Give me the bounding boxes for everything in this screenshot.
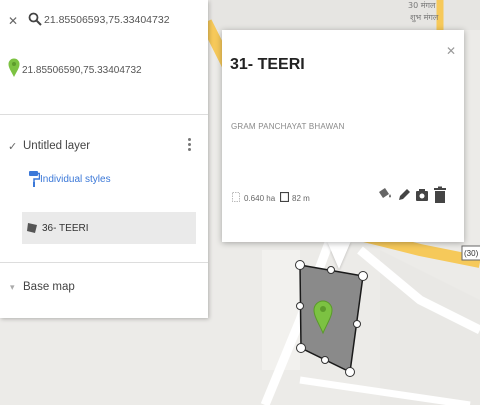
paint-roller-icon xyxy=(29,171,40,187)
layer-options-icon[interactable] xyxy=(186,136,192,156)
midpoint-handle[interactable] xyxy=(296,302,304,310)
map-block xyxy=(262,250,300,370)
style-bucket-icon[interactable] xyxy=(376,186,392,204)
result-pin-icon xyxy=(8,58,20,77)
search-result[interactable]: 21.85506590,75.33404732 xyxy=(22,65,142,76)
popup-title: 31- TEERI xyxy=(230,56,305,73)
camera-icon[interactable] xyxy=(414,186,430,204)
popup-pointer xyxy=(327,241,351,269)
area-measurement: 0.640 ha xyxy=(244,194,276,203)
map-place-label: 30 मंगल xyxy=(408,1,436,10)
layer-name[interactable]: Untitled layer xyxy=(23,140,90,152)
close-search-icon[interactable]: ✕ xyxy=(8,14,18,28)
search-query[interactable]: 21.85506593,75.33404732 xyxy=(44,14,170,26)
divider xyxy=(0,262,208,263)
base-map-toggle[interactable]: ▾ xyxy=(10,282,15,293)
area-icon xyxy=(232,192,240,202)
feature-label: 36- TEERI xyxy=(42,222,89,234)
popup-description: GRAM PANCHAYAT BHAWAN xyxy=(231,122,345,131)
vertex-handle[interactable] xyxy=(358,271,368,281)
base-map-label[interactable]: Base map xyxy=(23,281,75,293)
vertex-handle[interactable] xyxy=(296,343,306,353)
perimeter-icon xyxy=(280,192,289,202)
close-icon[interactable]: ✕ xyxy=(446,44,456,58)
vertex-handle[interactable] xyxy=(345,367,355,377)
layer-visibility-checkbox[interactable]: ✓ xyxy=(8,140,17,153)
feature-list-item[interactable]: 36- TEERI xyxy=(22,212,196,244)
map-place-label: शुभ मंगल xyxy=(410,13,439,23)
midpoint-handle[interactable] xyxy=(353,320,361,328)
vertex-handle[interactable] xyxy=(295,260,305,270)
individual-styles-link[interactable]: Individual styles xyxy=(40,174,111,185)
search-icon xyxy=(28,12,42,26)
length-measurement: 82 m xyxy=(292,194,310,203)
delete-trash-icon[interactable] xyxy=(432,186,448,204)
polygon-shape-icon xyxy=(27,223,37,233)
edit-pencil-icon[interactable] xyxy=(396,186,412,204)
midpoint-handle[interactable] xyxy=(321,356,329,364)
road-shield-label: (30) xyxy=(464,249,479,258)
layers-panel: ✕ 21.85506593,75.33404732 21.85506590,75… xyxy=(0,0,208,318)
divider xyxy=(0,114,208,115)
